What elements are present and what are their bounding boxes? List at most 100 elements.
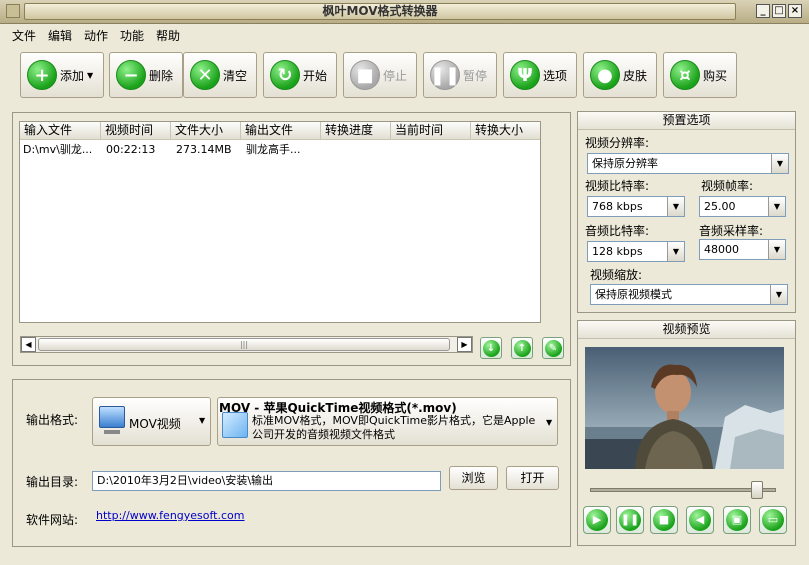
abitrate-select[interactable]: 128 kbps ▼: [587, 241, 685, 262]
scale-select[interactable]: 保持原视频模式 ▼: [590, 284, 788, 305]
maximize-button[interactable]: □: [772, 4, 786, 18]
dropdown-arrow-icon: ▼: [768, 197, 785, 216]
format-desc-text: 标准MOV格式，MOV即QuickTime影片格式，它是Apple公司开发的音频…: [252, 414, 536, 441]
play-button[interactable]: ▶: [583, 506, 611, 534]
open-button[interactable]: 打开: [506, 466, 559, 490]
start-label: 开始: [303, 68, 328, 83]
scroll-thumb[interactable]: |||: [38, 338, 450, 351]
edit-button[interactable]: ✎: [542, 337, 564, 359]
col-video-time[interactable]: 视频时间: [101, 122, 171, 140]
dropdown-arrow-icon: ▼: [768, 240, 785, 259]
speaker-icon: ◀: [689, 509, 711, 531]
samplerate-value: 48000: [704, 243, 739, 256]
col-output-file[interactable]: 输出文件: [241, 122, 321, 140]
toolbar: + 添加 ▼ − 删除 ✕ 清空 ↻ 开始 ■ 停止 ❚❚ 暂停 Ψ 选项 ● …: [6, 46, 803, 104]
snapshot-icon: ▣: [726, 509, 748, 531]
vbitrate-select[interactable]: 768 kbps ▼: [587, 196, 685, 217]
col-progress[interactable]: 转换进度: [321, 122, 391, 140]
options-button[interactable]: Ψ 选项: [503, 52, 577, 98]
apple-icon: ●: [590, 60, 620, 90]
snapshot-button[interactable]: ▣: [723, 506, 751, 534]
menu-file[interactable]: 文件: [12, 27, 36, 44]
seek-slider-thumb[interactable]: [751, 481, 764, 499]
start-button[interactable]: ↻ 开始: [263, 52, 337, 98]
pause-label: 暂停: [463, 68, 488, 83]
volume-button[interactable]: ◀: [686, 506, 714, 534]
window-title: 枫叶MOV格式转换器: [24, 3, 736, 20]
clear-label: 清空: [223, 68, 248, 83]
cell-current-time: [393, 142, 471, 158]
cell-progress: [323, 142, 391, 158]
cart-icon: ¤: [670, 60, 700, 90]
pause-preview-button[interactable]: ❚❚: [616, 506, 644, 534]
output-format-button[interactable]: MOV视频 ▼: [92, 397, 211, 446]
options-icon: Ψ: [510, 60, 540, 90]
app-icon: [6, 4, 20, 18]
edit-icon: ✎: [544, 339, 562, 357]
resolution-select[interactable]: 保持原分辨率 ▼: [587, 153, 789, 174]
close-button[interactable]: ×: [788, 4, 802, 18]
col-current-time[interactable]: 当前时间: [391, 122, 471, 140]
scroll-right-icon[interactable]: ▶: [457, 337, 472, 352]
scroll-left-icon[interactable]: ◀: [21, 337, 36, 352]
move-up-button[interactable]: ↑: [511, 337, 533, 359]
format-description[interactable]: MOV - 苹果QuickTime视频格式(*.mov) 标准MOV格式，MOV…: [217, 397, 558, 446]
menu-bar: 文件 编辑 动作 功能 帮助: [0, 24, 809, 44]
output-format-value: MOV视频: [129, 417, 181, 431]
col-converted-size[interactable]: 转换大小: [471, 122, 540, 140]
samplerate-select[interactable]: 48000 ▼: [699, 239, 786, 260]
add-label: 添加: [60, 68, 85, 83]
abitrate-value: 128 kbps: [592, 245, 643, 258]
minimize-button[interactable]: _: [756, 4, 770, 18]
vbitrate-label: 视频比特率:: [585, 179, 650, 193]
dropdown-arrow-icon: ▼: [771, 154, 788, 173]
clear-button[interactable]: ✕ 清空: [183, 52, 257, 98]
delete-button[interactable]: − 删除: [109, 52, 183, 98]
browse-button[interactable]: 浏览: [449, 466, 498, 490]
horizontal-scrollbar[interactable]: ◀ ||| ▶: [20, 336, 473, 353]
menu-action[interactable]: 动作: [84, 27, 108, 44]
add-button[interactable]: + 添加 ▼: [20, 52, 104, 98]
title-bar: 枫叶MOV格式转换器 _ □ ×: [0, 0, 809, 24]
dropdown-arrow-icon: ▼: [546, 418, 553, 427]
output-dir-input[interactable]: D:\2010年3月2日\video\安装\输出: [92, 471, 441, 491]
file-table[interactable]: 输入文件 视频时间 文件大小 输出文件 转换进度 当前时间 转换大小 D:\mv…: [19, 121, 541, 323]
skin-button[interactable]: ● 皮肤: [583, 52, 657, 98]
website-label: 软件网站:: [26, 513, 79, 527]
scale-label: 视频缩放:: [590, 268, 643, 282]
seek-slider-track[interactable]: [590, 488, 776, 492]
framerate-label: 视频帧率:: [701, 179, 754, 193]
framerate-value: 25.00: [704, 200, 736, 213]
output-format-label: 输出格式:: [26, 413, 79, 427]
col-input-file[interactable]: 输入文件: [20, 122, 101, 140]
resolution-label: 视频分辨率:: [585, 136, 650, 150]
vbitrate-value: 768 kbps: [592, 200, 643, 213]
play-icon: ▶: [586, 509, 608, 531]
stop-icon: ■: [350, 60, 380, 90]
col-file-size[interactable]: 文件大小: [171, 122, 241, 140]
dropdown-arrow-icon: ▼: [199, 416, 206, 425]
abitrate-label: 音频比特率:: [585, 224, 650, 238]
resolution-value: 保持原分辨率: [592, 157, 658, 170]
website-link[interactable]: http://www.fengyesoft.com: [96, 509, 245, 522]
menu-edit[interactable]: 编辑: [48, 27, 72, 44]
framerate-select[interactable]: 25.00 ▼: [699, 196, 786, 217]
stop-preview-button[interactable]: ■: [650, 506, 678, 534]
open-folder-button[interactable]: ▭: [759, 506, 787, 534]
dropdown-arrow-icon: ▼: [770, 285, 787, 304]
menu-help[interactable]: 帮助: [156, 27, 180, 44]
stop-icon: ■: [653, 509, 675, 531]
minus-icon: −: [116, 60, 146, 90]
scale-value: 保持原视频模式: [595, 288, 672, 301]
buy-button[interactable]: ¤ 购买: [663, 52, 737, 98]
stop-button[interactable]: ■ 停止: [343, 52, 417, 98]
delete-label: 删除: [149, 68, 174, 83]
move-down-button[interactable]: ↓: [480, 337, 502, 359]
pause-icon: ❚❚: [619, 509, 641, 531]
cell-input-file: D:\mv\驯龙...: [23, 143, 93, 156]
menu-function[interactable]: 功能: [120, 27, 144, 44]
arrow-down-icon: ↓: [482, 339, 500, 357]
dropdown-arrow-icon: ▼: [87, 70, 94, 80]
cell-file-size: 273.14MB: [176, 143, 232, 156]
pause-button[interactable]: ❚❚ 暂停: [423, 52, 497, 98]
